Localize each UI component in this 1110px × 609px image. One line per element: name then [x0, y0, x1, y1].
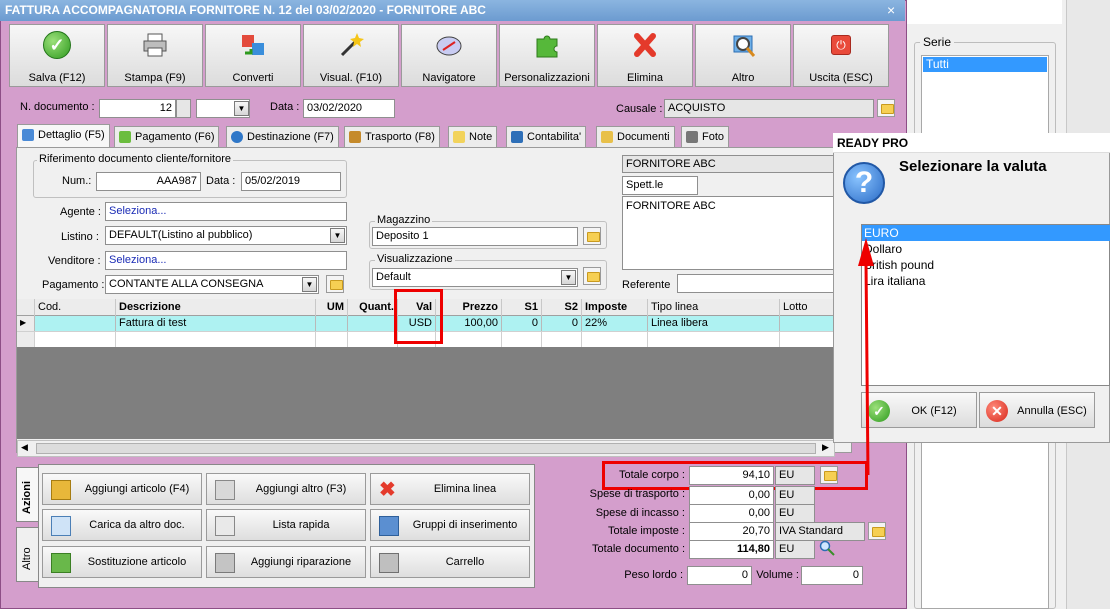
arrow-head	[858, 238, 874, 266]
arrow-line	[864, 261, 870, 476]
annotation-arrows	[858, 238, 874, 476]
